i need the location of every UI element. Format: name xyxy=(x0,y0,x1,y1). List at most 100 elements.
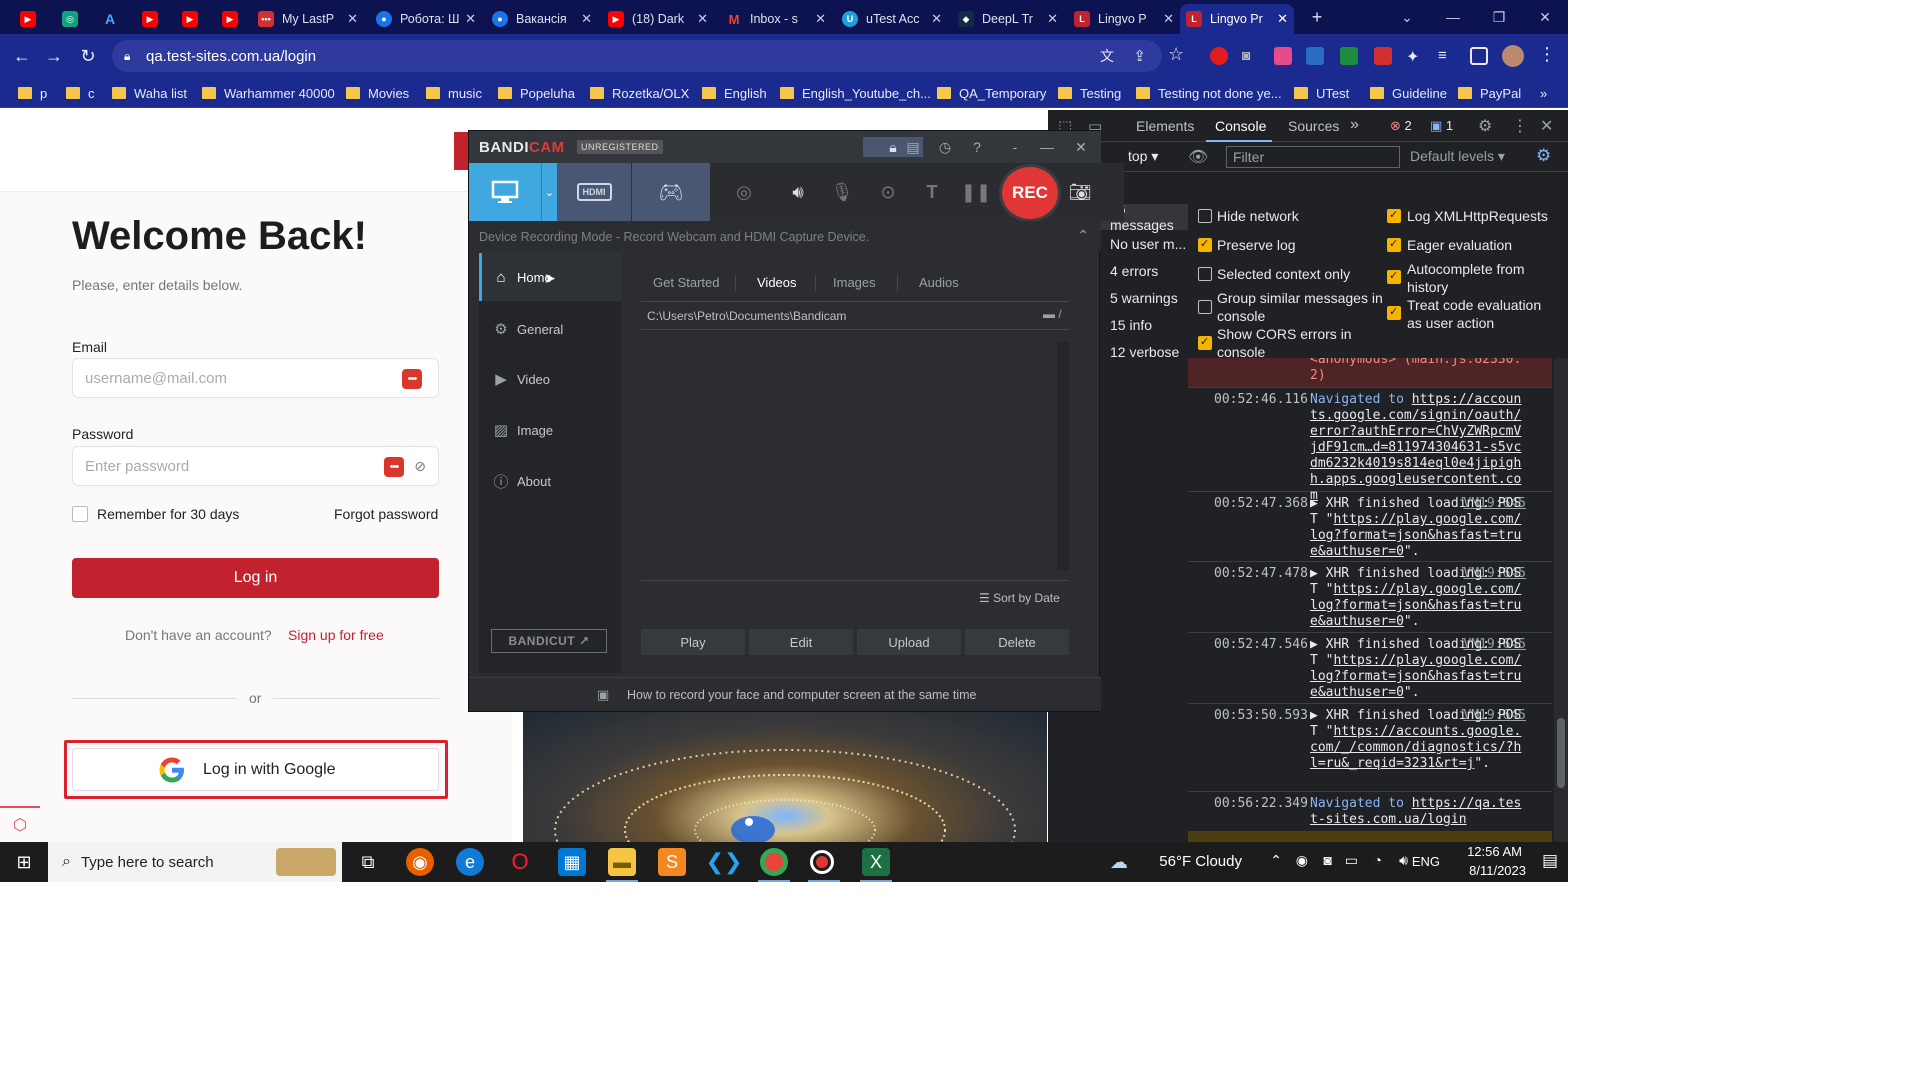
brand-logo[interactable] xyxy=(454,132,468,170)
tab-robota[interactable]: ● Робота: Ш ✕ xyxy=(370,4,482,34)
bandicut-button[interactable]: BANDICUT ↗ xyxy=(491,629,607,653)
bookmark-folder[interactable]: Testing not done ye... xyxy=(1136,84,1282,102)
hdmi-mode-button[interactable]: HDMI xyxy=(557,163,631,221)
close-icon[interactable]: ✕ xyxy=(1043,11,1058,27)
timer-icon[interactable]: ◷ xyxy=(935,137,955,157)
minimize-button[interactable]: — xyxy=(1037,137,1057,157)
tab-youtube-dark[interactable]: ▶ (18) Dark ✕ xyxy=(602,4,714,34)
microphone-icon[interactable]: 🎙︎ xyxy=(829,179,855,205)
bookmark-folder[interactable]: Popeluha xyxy=(498,84,575,102)
extension-green-icon[interactable] xyxy=(1340,47,1358,65)
bookmark-folder[interactable]: Guideline xyxy=(1370,84,1447,102)
console-scrollbar[interactable] xyxy=(1554,358,1568,842)
store-icon[interactable]: ▦ xyxy=(558,848,586,876)
tab-vakansiia[interactable]: ● Вакансія ✕ xyxy=(486,4,598,34)
wifi-icon[interactable]: ◔ xyxy=(1374,852,1382,868)
console-settings-gear-icon[interactable]: ⚙ xyxy=(1536,146,1551,166)
battery-icon[interactable]: ▭ xyxy=(1345,852,1358,869)
close-button[interactable]: ✕ xyxy=(1071,137,1091,157)
google-login-button[interactable]: Log in with Google xyxy=(72,748,439,791)
camera-icon[interactable]: 📷︎ xyxy=(1067,179,1093,205)
close-icon[interactable]: ✕ xyxy=(693,11,708,27)
firefox-icon[interactable]: ◉ xyxy=(406,848,434,876)
close-icon[interactable]: ✕ xyxy=(1273,11,1288,27)
filter-input[interactable]: Filter xyxy=(1226,146,1400,168)
cors-errors-checkbox[interactable] xyxy=(1198,335,1212,350)
nav-image[interactable]: ▨ Image xyxy=(479,406,621,454)
notifications-icon[interactable]: ▤ xyxy=(1542,851,1558,871)
gamepad-icon[interactable]: 🎮︎ xyxy=(632,163,710,221)
login-button[interactable]: Log in xyxy=(72,558,439,598)
new-tab-button[interactable]: + xyxy=(1306,6,1328,28)
share-icon[interactable]: ⇪ xyxy=(1133,47,1146,65)
sidebar-item-errors[interactable]: 4 errors xyxy=(1110,263,1158,279)
signup-link[interactable]: Sign up for free xyxy=(288,627,384,643)
bookmark-folder[interactable]: music xyxy=(426,84,482,102)
taskbar-search[interactable]: ⌕ Type here to search xyxy=(48,842,342,882)
tab-youtube-1[interactable]: ▶ xyxy=(14,4,44,34)
remember-checkbox[interactable] xyxy=(72,506,88,522)
excel-icon[interactable]: X xyxy=(862,848,890,876)
bookmark-folder[interactable]: QA_Temporary xyxy=(937,84,1046,102)
tab-chatgpt[interactable]: ◎ xyxy=(56,4,86,34)
collapse-icon[interactable]: - xyxy=(1005,137,1025,157)
debugbar-icon[interactable]: ⬡ xyxy=(0,806,40,842)
sort-button[interactable]: ☰ Sort by Date xyxy=(979,591,1060,605)
nav-general[interactable]: ⚙ General xyxy=(479,305,621,353)
bookmark-folder[interactable]: UTest xyxy=(1294,84,1349,102)
preserve-log-checkbox[interactable] xyxy=(1198,237,1212,252)
file-list-scrollbar[interactable] xyxy=(1057,342,1069,570)
upload-button[interactable]: Upload xyxy=(857,629,961,655)
tab-utest[interactable]: UuTest Acc ✕ xyxy=(836,4,948,34)
nav-video[interactable]: ▶ Video xyxy=(479,355,621,403)
open-folder-button[interactable]: ▬ / xyxy=(1043,307,1062,321)
chrome-icon[interactable] xyxy=(760,848,788,876)
tab-youtube-4[interactable]: ▶ xyxy=(216,4,246,34)
sidebar-item-info[interactable]: 15 info xyxy=(1110,317,1152,333)
record-button[interactable]: REC xyxy=(999,164,1061,222)
windows-start-icon[interactable]: ⊞ xyxy=(0,842,48,882)
treat-eval-checkbox[interactable] xyxy=(1387,305,1401,320)
tab-console[interactable]: Console xyxy=(1215,118,1266,134)
bookmark-folder[interactable]: PayPal xyxy=(1458,84,1521,102)
kebab-menu-icon[interactable]: ⋮ xyxy=(1512,116,1528,136)
folder-icon[interactable]: ▤ xyxy=(903,137,923,157)
more-tabs-icon[interactable]: » xyxy=(1350,116,1359,134)
log-xhr-checkbox[interactable] xyxy=(1387,208,1401,223)
tab-gmail[interactable]: M Inbox - s ✕ xyxy=(720,4,832,34)
lastpass-autofill-icon[interactable]: ••• xyxy=(384,457,404,477)
file-list[interactable] xyxy=(641,329,1069,581)
close-icon[interactable]: ✕ xyxy=(811,11,826,27)
bookmark-folder[interactable]: Testing xyxy=(1058,84,1121,102)
remember-label[interactable]: Remember for 30 days xyxy=(97,506,239,522)
avatar[interactable] xyxy=(1502,45,1524,67)
selected-context-checkbox[interactable] xyxy=(1198,267,1212,281)
tab-app[interactable]: A xyxy=(96,4,126,34)
close-window-button[interactable]: ✕ xyxy=(1522,0,1568,34)
log-levels-select[interactable]: Default levels ▾ xyxy=(1410,148,1505,165)
camera-extension-icon[interactable]: ◙ xyxy=(1242,47,1260,65)
opera-icon[interactable]: O xyxy=(506,848,534,876)
forward-icon[interactable]: → xyxy=(42,44,66,68)
scroll-thumb[interactable] xyxy=(1557,718,1565,788)
subtab-audios[interactable]: Audios xyxy=(919,275,959,290)
error-count-badge[interactable]: ⊗ 2 xyxy=(1390,118,1412,134)
tip-link[interactable]: How to record your face and computer scr… xyxy=(627,688,976,702)
subtab-videos[interactable]: Videos xyxy=(757,275,797,290)
lastpass-autofill-icon[interactable]: ••• xyxy=(402,369,422,389)
close-icon[interactable]: ✕ xyxy=(1159,11,1174,27)
hide-network-checkbox[interactable] xyxy=(1198,209,1212,223)
chevron-up-icon[interactable]: ⌃ xyxy=(1270,852,1282,869)
vscode-icon[interactable]: ❮❯ xyxy=(706,848,743,876)
chevron-up-icon[interactable]: ⌃ xyxy=(1077,227,1089,244)
tab-lingvo-active[interactable]: L Lingvo Pr ✕ xyxy=(1180,4,1294,34)
language-indicator[interactable]: ENG xyxy=(1412,854,1440,869)
sidebar-item-user-messages[interactable]: No user m... xyxy=(1110,236,1186,252)
puzzle-icon[interactable]: ✦ xyxy=(1406,47,1424,66)
minimize-button[interactable]: — xyxy=(1430,0,1476,34)
sublime-text-icon[interactable]: S xyxy=(658,848,686,876)
log-link[interactable]: https://accounts.google.com/signin/oauth… xyxy=(1310,392,1521,503)
extension-red-icon[interactable] xyxy=(1210,47,1228,65)
webcam-tray-icon[interactable]: ◙ xyxy=(1324,852,1332,868)
reload-icon[interactable]: ↻ xyxy=(76,44,100,68)
